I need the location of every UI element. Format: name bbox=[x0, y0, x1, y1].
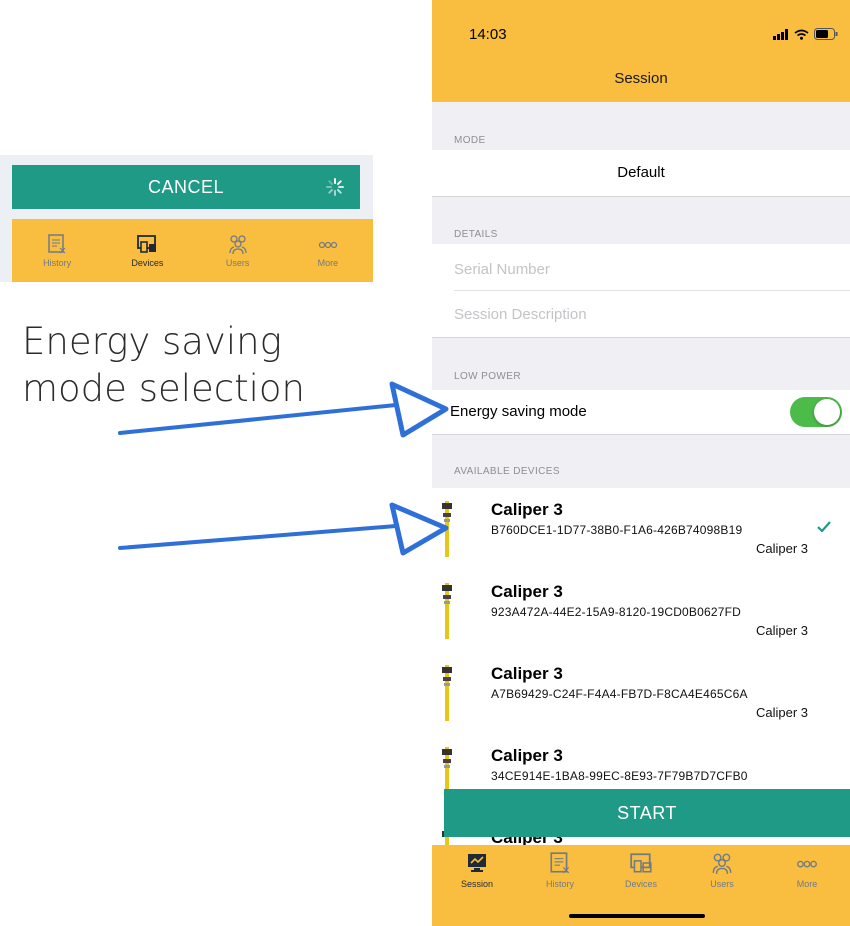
arrow-device-list bbox=[118, 502, 449, 556]
annotation-arrows bbox=[118, 381, 449, 556]
arrow-energy-saving bbox=[118, 381, 449, 438]
